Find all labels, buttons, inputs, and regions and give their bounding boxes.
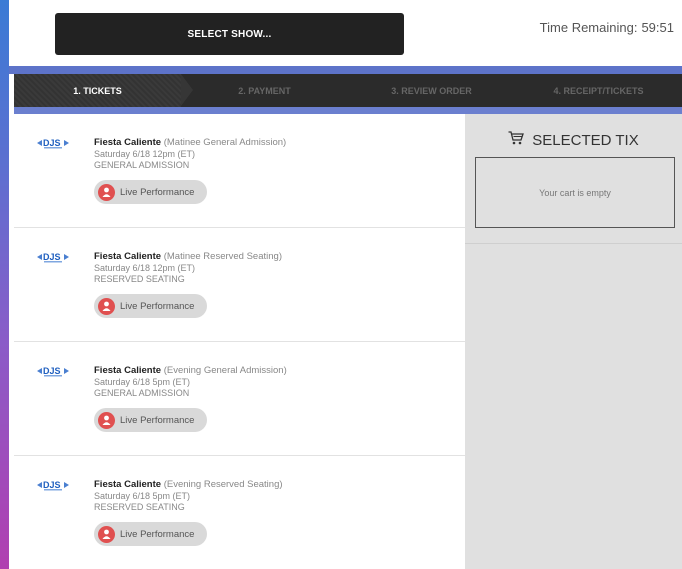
show-seating: GENERAL ADMISSION (94, 388, 190, 398)
accent-band-lower (14, 107, 682, 114)
cart-header: SELECTED TIX (465, 128, 682, 152)
show-type: (Evening General Admission) (163, 365, 287, 376)
step-label: 4. RECEIPT/TICKETS (553, 85, 644, 96)
show-name: Fiesta Caliente (94, 479, 162, 490)
cart-title: SELECTED TIX (532, 131, 639, 149)
djs-logo-icon: DJS (36, 136, 70, 150)
live-performance-badge[interactable]: Live Performance (94, 294, 207, 318)
show-name: Fiesta Caliente (94, 137, 162, 148)
badge-label: Live Performance (120, 300, 195, 312)
person-icon (98, 411, 115, 429)
checkout-steps: 1. TICKETS 2. PAYMENT 3. REVIEW ORDER 4.… (14, 74, 682, 107)
show-type: (Matinee Reserved Seating) (163, 251, 282, 262)
live-performance-badge[interactable]: Live Performance (94, 522, 207, 546)
step-label: 1. TICKETS (73, 85, 122, 96)
left-gradient-rail (0, 0, 9, 569)
cart-divider (465, 243, 682, 244)
step-tickets[interactable]: 1. TICKETS (14, 74, 193, 107)
badge-label: Live Performance (120, 186, 195, 198)
step-payment[interactable]: 2. PAYMENT (181, 74, 348, 107)
djs-logo-icon: DJS (36, 478, 70, 492)
cart-panel: SELECTED TIX Your cart is empty (465, 114, 682, 569)
step-label: 3. REVIEW ORDER (391, 85, 472, 96)
cart-contents: Your cart is empty (475, 157, 675, 228)
time-remaining: Time Remaining: 59:51 (540, 20, 674, 35)
top-bar: SELECT SHOW... Time Remaining: 59:51 (9, 0, 682, 66)
show-type: (Matinee General Admission) (163, 137, 287, 148)
show-seating: RESERVED SEATING (94, 502, 185, 512)
step-review-order[interactable]: 3. REVIEW ORDER (348, 74, 515, 107)
djs-logo-icon: DJS (36, 250, 70, 264)
person-icon (98, 183, 115, 201)
djs-logo-icon: DJS (36, 364, 70, 378)
live-performance-badge[interactable]: Live Performance (94, 180, 207, 204)
show-name: Fiesta Caliente (94, 365, 162, 376)
select-show-button[interactable]: SELECT SHOW... (55, 13, 404, 55)
accent-band (9, 66, 682, 74)
badge-label: Live Performance (120, 414, 195, 426)
show-datetime: Saturday 6/18 5pm (ET) (94, 491, 191, 501)
cart-empty-text: Your cart is empty (539, 187, 611, 198)
show-datetime: Saturday 6/18 12pm (ET) (94, 263, 196, 273)
svg-text:DJS: DJS (43, 252, 61, 262)
show-seating: RESERVED SEATING (94, 274, 185, 284)
list-item[interactable]: DJS Fiesta Caliente (Evening General Adm… (14, 342, 465, 456)
list-item[interactable]: DJS Fiesta Caliente (Evening Reserved Se… (14, 456, 465, 569)
show-seating: GENERAL ADMISSION (94, 160, 190, 170)
step-receipt-tickets[interactable]: 4. RECEIPT/TICKETS (515, 74, 682, 107)
show-list: DJS Fiesta Caliente (Matinee General Adm… (14, 114, 465, 569)
list-item[interactable]: DJS Fiesta Caliente (Matinee General Adm… (14, 114, 465, 228)
select-show-label: SELECT SHOW... (187, 28, 272, 40)
show-type: (Evening Reserved Seating) (163, 479, 283, 490)
timer-value: 59:51 (641, 20, 674, 35)
show-datetime: Saturday 6/18 12pm (ET) (94, 149, 196, 159)
cart-icon (508, 131, 532, 149)
live-performance-badge[interactable]: Live Performance (94, 408, 207, 432)
list-item[interactable]: DJS Fiesta Caliente (Matinee Reserved Se… (14, 228, 465, 342)
svg-text:DJS: DJS (43, 138, 61, 148)
timer-label: Time Remaining: (539, 20, 638, 35)
svg-text:DJS: DJS (43, 366, 61, 376)
show-name: Fiesta Caliente (94, 251, 162, 262)
person-icon (98, 297, 115, 315)
show-datetime: Saturday 6/18 5pm (ET) (94, 377, 191, 387)
svg-text:DJS: DJS (43, 480, 61, 490)
badge-label: Live Performance (120, 528, 195, 540)
person-icon (98, 525, 115, 543)
step-label: 2. PAYMENT (238, 85, 291, 96)
